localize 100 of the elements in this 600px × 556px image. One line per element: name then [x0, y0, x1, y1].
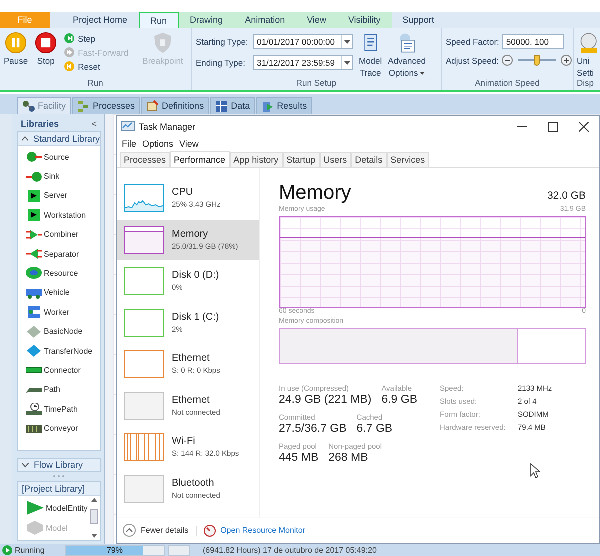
cursor-icon: [530, 463, 541, 479]
merge-icon: [26, 228, 42, 241]
ribbon-tab[interactable]: Project Home: [62, 12, 139, 28]
triangle-icon: [26, 501, 44, 515]
tab[interactable]: Processes: [120, 152, 170, 167]
library-item[interactable]: TimePath: [26, 400, 100, 419]
unit-settings-button[interactable]: Uni Setti: [577, 30, 599, 78]
stat-value: 445 MB: [279, 452, 319, 464]
library-item[interactable]: Sink: [26, 166, 100, 186]
scrollbar[interactable]: [90, 496, 99, 540]
library-header[interactable]: Standard Library: [18, 132, 100, 146]
document-tab[interactable]: Definitions: [141, 97, 210, 114]
maximize-icon[interactable]: [548, 122, 558, 132]
dropdown-arrow-icon[interactable]: [344, 40, 350, 44]
library-item[interactable]: ModelEntity: [26, 498, 90, 518]
library-item[interactable]: Server: [26, 186, 100, 206]
library-header[interactable]: [Project Library]: [18, 482, 100, 496]
library-item[interactable]: TransferNode: [26, 341, 100, 361]
date-dropdown[interactable]: 31/12/2017 23:59:59: [253, 55, 353, 70]
tab[interactable]: Services: [386, 152, 430, 167]
field-label: Adjust Speed:: [446, 56, 499, 66]
minus-icon[interactable]: [502, 55, 513, 66]
pencil-icon: [146, 100, 160, 112]
library-item[interactable]: Separator: [26, 244, 100, 264]
menu-item[interactable]: Options: [142, 139, 174, 149]
ribbon-tab[interactable]: Run: [138, 12, 180, 28]
group-label: Animation Speed: [474, 78, 541, 90]
library-item[interactable]: Connector: [26, 360, 100, 380]
tab[interactable]: Performance: [170, 151, 230, 167]
tab[interactable]: Details: [351, 152, 387, 167]
advanced-options-button[interactable]: Advanced Options: [388, 30, 426, 78]
menu-item[interactable]: View: [180, 139, 199, 149]
document-tab[interactable]: Processes: [72, 97, 140, 114]
tab[interactable]: App history: [230, 152, 283, 167]
arrow-circle-icon: [26, 170, 42, 182]
group-label: Run: [86, 78, 104, 90]
bracket-icon: [26, 306, 42, 318]
library-item[interactable]: Resource: [26, 264, 100, 284]
slider-thumb[interactable]: [534, 55, 540, 66]
stat-value: 6.7 GB: [356, 423, 393, 435]
model-trace-button[interactable]: Model Trace: [359, 30, 382, 78]
nodes-icon: [22, 100, 35, 112]
library-item[interactable]: Vehicle: [26, 283, 100, 303]
library-item[interactable]: Source: [26, 147, 100, 167]
blocks-icon: [77, 100, 90, 112]
resource-name: Disk 0 (D:): [172, 270, 220, 282]
dropdown-arrow-icon[interactable]: [344, 60, 350, 64]
library-item[interactable]: Workstation: [26, 206, 100, 225]
split-icon: [26, 248, 42, 260]
close-icon[interactable]: [579, 122, 589, 132]
progress-text: 79%: [106, 546, 123, 554]
clock-path-icon: [26, 403, 42, 416]
resource-name: Memory: [172, 228, 210, 240]
document-icon: [261, 100, 274, 112]
library-item[interactable]: Worker: [26, 302, 100, 322]
ellipse-icon: [26, 267, 42, 280]
plus-icon[interactable]: [560, 55, 572, 66]
play-block-icon: [26, 190, 42, 202]
chevron-up-icon: [123, 524, 136, 537]
ribbon-button[interactable]: Stop: [34, 30, 58, 66]
status-text: Running: [15, 546, 45, 554]
tab[interactable]: Users: [320, 152, 352, 167]
conveyor-icon: [26, 422, 42, 435]
document-tab[interactable]: Facility: [17, 97, 72, 114]
ribbon-button[interactable]: Step: [64, 33, 129, 44]
splitter-grip[interactable]: [53, 475, 65, 478]
status-panel: [168, 544, 190, 556]
resource-name: Bluetooth: [172, 478, 216, 489]
ribbon-tab[interactable]: Drawing: [179, 12, 234, 28]
ribbon-tab[interactable]: Support: [392, 12, 446, 28]
library-header[interactable]: Flow Library: [17, 458, 101, 472]
fast-forward-icon: [64, 47, 76, 58]
tab[interactable]: Startup: [282, 152, 320, 167]
speed-field[interactable]: 50000. 100: [502, 34, 564, 49]
ribbon-button[interactable]: Reset: [64, 61, 129, 72]
group-label: Run Setup: [295, 78, 338, 90]
total-value: 32.0 GB: [547, 190, 586, 202]
diamond-icon: [26, 326, 42, 338]
fewer-details-button[interactable]: Fewer details: [123, 524, 189, 537]
rewind-icon: [64, 61, 76, 72]
ribbon-tab[interactable]: View: [296, 12, 338, 28]
menu-item[interactable]: File: [122, 139, 137, 149]
ribbon-tab[interactable]: Visibility: [337, 12, 392, 28]
resource-monitor-link[interactable]: Open Resource Monitor: [220, 526, 306, 535]
library-item[interactable]: Conveyor: [26, 418, 100, 438]
library-item[interactable]: Path: [26, 380, 100, 400]
resource-name: Wi-Fi: [172, 436, 196, 448]
field-label: Starting Type:: [196, 36, 250, 46]
date-dropdown[interactable]: 01/01/2017 00:00:00: [253, 34, 353, 49]
library-item[interactable]: BasicNode: [26, 322, 100, 342]
collapse-button[interactable]: <: [92, 119, 97, 130]
ribbon-button[interactable]: Pause: [4, 30, 28, 66]
play-block-icon: [26, 209, 42, 222]
document-tab[interactable]: Data: [210, 97, 256, 114]
resource-name: CPU: [172, 187, 194, 198]
document-tab[interactable]: Results: [256, 97, 312, 114]
ribbon-tab[interactable]: Animation: [234, 12, 296, 28]
chevron-icon: [22, 462, 29, 468]
library-item[interactable]: Combiner: [26, 224, 100, 244]
stat-value: 27.5/36.7 GB: [279, 423, 347, 435]
